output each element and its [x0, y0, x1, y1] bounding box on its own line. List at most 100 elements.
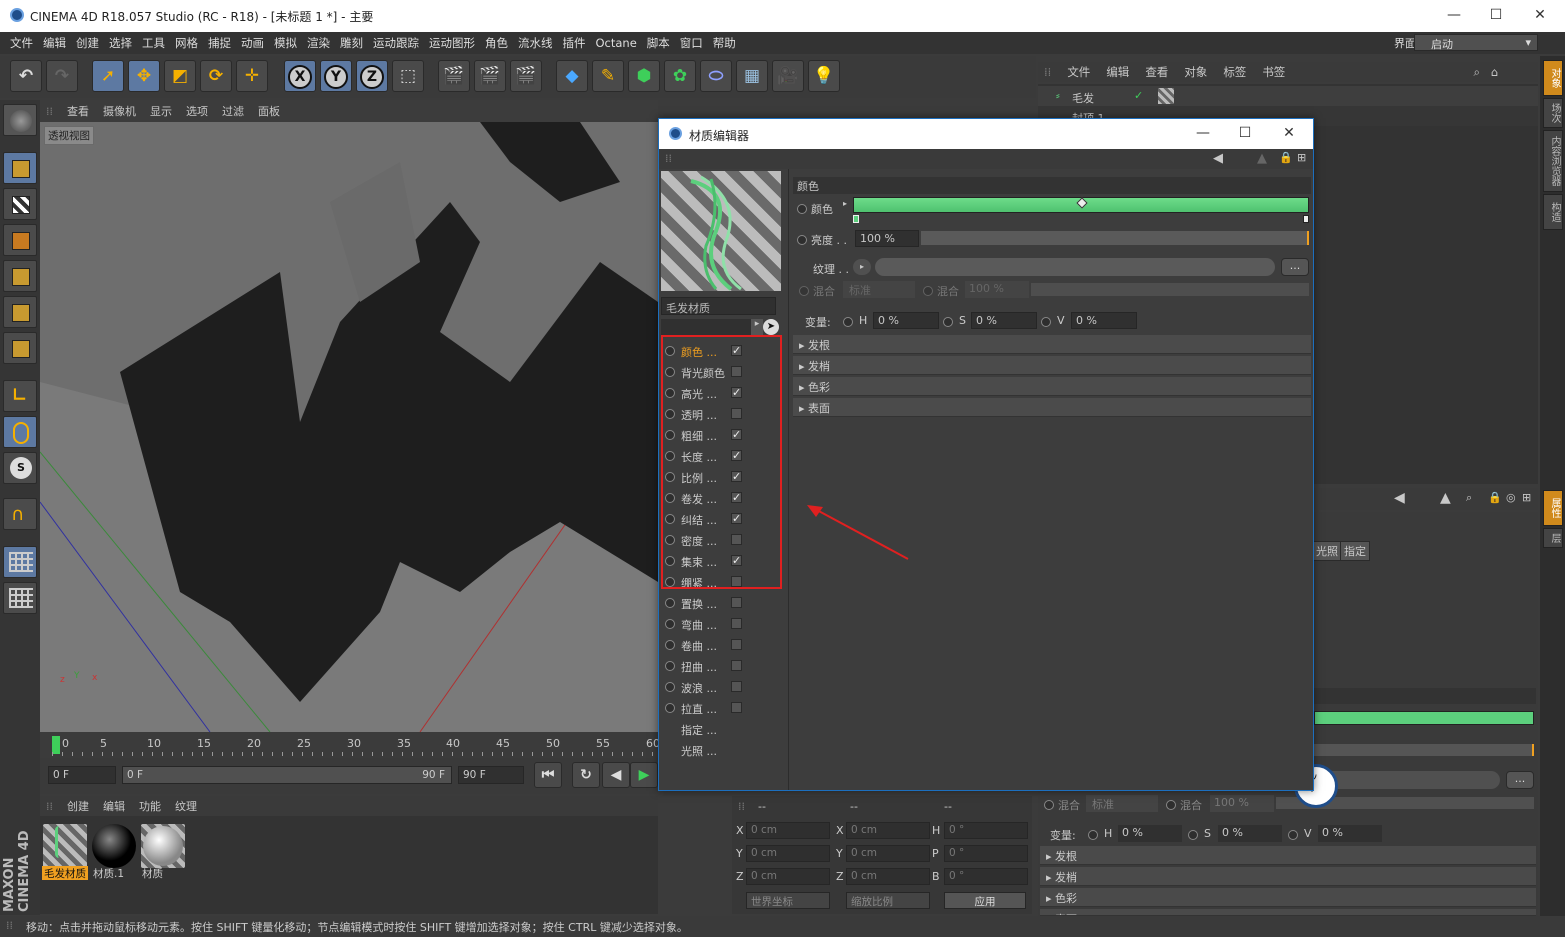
position-z-field[interactable]: 0 cm — [746, 868, 830, 885]
dropdown-arrow-icon[interactable]: ▸ — [751, 319, 763, 335]
channel-radio[interactable] — [665, 619, 675, 629]
dialog-close-button[interactable]: ✕ — [1269, 122, 1309, 144]
redo-button[interactable]: ↷ — [46, 60, 78, 92]
tab-content-browser[interactable]: 内容浏览器 — [1543, 130, 1563, 192]
polygons-mode-button[interactable] — [3, 332, 37, 364]
close-button[interactable]: ✕ — [1520, 4, 1560, 26]
render-view-button[interactable]: 🎬 — [438, 60, 470, 92]
lock-workplane-button[interactable] — [3, 546, 37, 578]
expand-arrow-icon[interactable]: ▸ — [843, 199, 847, 208]
new-window-icon[interactable]: ⊞ — [1522, 491, 1531, 504]
brightness-radio[interactable] — [797, 235, 807, 245]
floor-button[interactable]: ▦ — [736, 60, 768, 92]
render-picture-viewer-button[interactable]: 🎬 — [474, 60, 506, 92]
menu-item[interactable]: 文件 — [10, 35, 33, 51]
search-icon[interactable]: ⌕ — [1474, 65, 1480, 80]
channel-radio[interactable] — [665, 640, 675, 650]
viewport-menu-item[interactable]: 摄像机 — [103, 103, 136, 119]
channel-checkbox[interactable] — [731, 681, 742, 692]
tab-attributes[interactable]: 属性 — [1543, 490, 1563, 526]
channel-checkbox[interactable] — [731, 639, 742, 650]
mix-strength-radio[interactable] — [1166, 800, 1176, 810]
position-x-field[interactable]: 0 cm — [746, 822, 830, 839]
color-gradient-bar[interactable] — [853, 197, 1309, 213]
rotation-b-field[interactable]: 0 ° — [944, 868, 1028, 885]
size-x-field[interactable]: 0 cm — [846, 822, 930, 839]
mix-strength-field[interactable]: 100 % — [965, 281, 1029, 298]
mix-radio[interactable] — [1044, 800, 1054, 810]
viewport-menu-item[interactable]: 查看 — [67, 103, 89, 119]
v-field[interactable]: 0 % — [1071, 312, 1137, 329]
go-to-start-button[interactable]: ⏮ — [534, 762, 562, 788]
s-radio[interactable] — [943, 317, 953, 327]
menu-item[interactable]: 编辑 — [43, 35, 66, 51]
cloner-button[interactable]: ✿ — [664, 60, 696, 92]
render-settings-button[interactable]: 🎬 — [510, 60, 542, 92]
channel-assign[interactable]: 指定 ... — [663, 719, 781, 739]
up-arrow-icon[interactable]: ▲ — [1257, 151, 1267, 166]
prev-key-button[interactable]: ↻ — [572, 762, 600, 788]
material-menu-item[interactable]: 编辑 — [103, 798, 125, 814]
object-menu-item[interactable]: 查看 — [1145, 64, 1168, 80]
mix-strength-radio[interactable] — [923, 286, 933, 296]
tab-takes[interactable]: 场次 — [1543, 98, 1563, 128]
points-mode-button[interactable] — [3, 260, 37, 292]
pen-button[interactable]: ✎ — [592, 60, 624, 92]
channel-checkbox[interactable] — [731, 702, 742, 713]
material-thumb-white[interactable] — [141, 824, 185, 868]
gradient-knot-icon[interactable] — [1076, 197, 1088, 209]
tweak-mode-button[interactable] — [3, 416, 37, 448]
back-arrow-icon[interactable]: ◀ — [1213, 151, 1223, 166]
apply-button[interactable]: 应用 — [944, 892, 1026, 909]
menu-item[interactable]: 选择 — [109, 35, 132, 51]
s-radio[interactable] — [1188, 830, 1198, 840]
channel-filter-bar[interactable] — [661, 319, 753, 335]
cube-button[interactable]: ◆ — [556, 60, 588, 92]
h-radio[interactable] — [1088, 830, 1098, 840]
y-axis-button[interactable]: Y — [320, 60, 352, 92]
timeline-ruler[interactable]: 0 5 10 15 20 25 30 35 40 45 50 55 60 — [40, 734, 660, 756]
maximize-button[interactable]: ☐ — [1476, 4, 1516, 26]
dialog-minimize-button[interactable]: — — [1183, 122, 1223, 144]
h-field[interactable]: 0 % — [1118, 825, 1182, 842]
search-icon[interactable]: ⌕ — [1466, 491, 1472, 505]
s-field[interactable]: 0 % — [971, 312, 1037, 329]
lock-icon[interactable]: 🔒 — [1279, 151, 1293, 164]
mix-dropdown[interactable]: 标准 — [1086, 795, 1158, 812]
section-hair-root[interactable]: ▸ 发根 — [793, 335, 1311, 354]
material-name-field[interactable]: 毛发材质 — [661, 297, 776, 315]
channel-bend[interactable]: 弯曲 ... — [663, 614, 781, 634]
end-frame-field[interactable]: 90 F — [458, 766, 524, 784]
material-menu-item[interactable]: 功能 — [139, 798, 161, 814]
current-frame-field[interactable]: 0 F — [48, 766, 116, 784]
gradient-end-knot[interactable] — [1303, 215, 1309, 223]
v-field[interactable]: 0 % — [1318, 825, 1382, 842]
channel-checkbox[interactable] — [731, 597, 742, 608]
menu-item[interactable]: 脚本 — [647, 35, 670, 51]
section-color[interactable]: ▸ 色彩 — [1040, 888, 1536, 907]
subdivision-button[interactable]: ⬢ — [628, 60, 660, 92]
texture-browse-button[interactable]: ... — [1506, 771, 1534, 789]
tab-structure[interactable]: 构造 — [1543, 194, 1563, 230]
brightness-slider[interactable] — [1314, 744, 1534, 756]
viewport-menu-item[interactable]: 选项 — [186, 103, 208, 119]
coord-mode-dropdown[interactable]: 世界坐标 — [746, 892, 830, 909]
section-color[interactable]: ▸ 色彩 — [793, 377, 1311, 396]
menu-item[interactable]: 运动跟踪 — [373, 35, 419, 51]
workplane-mode-button[interactable] — [3, 224, 37, 256]
play-button[interactable]: ▶ — [630, 762, 658, 788]
minimize-button[interactable]: — — [1434, 4, 1474, 26]
menu-item[interactable]: 帮助 — [713, 35, 736, 51]
size-y-field[interactable]: 0 cm — [846, 845, 930, 862]
x-axis-button[interactable]: X — [284, 60, 316, 92]
texture-mode-button[interactable] — [3, 188, 37, 220]
z-axis-button[interactable]: Z — [356, 60, 388, 92]
play-back-button[interactable]: ◀ — [602, 762, 630, 788]
material-label-1[interactable]: 材质.1 — [91, 866, 137, 880]
menu-item[interactable]: 创建 — [76, 35, 99, 51]
menu-item[interactable]: 运动图形 — [429, 35, 475, 51]
position-y-field[interactable]: 0 cm — [746, 845, 830, 862]
menu-item[interactable]: 角色 — [485, 35, 508, 51]
rotation-h-field[interactable]: 0 ° — [944, 822, 1028, 839]
menu-item[interactable]: 流水线 — [518, 35, 553, 51]
